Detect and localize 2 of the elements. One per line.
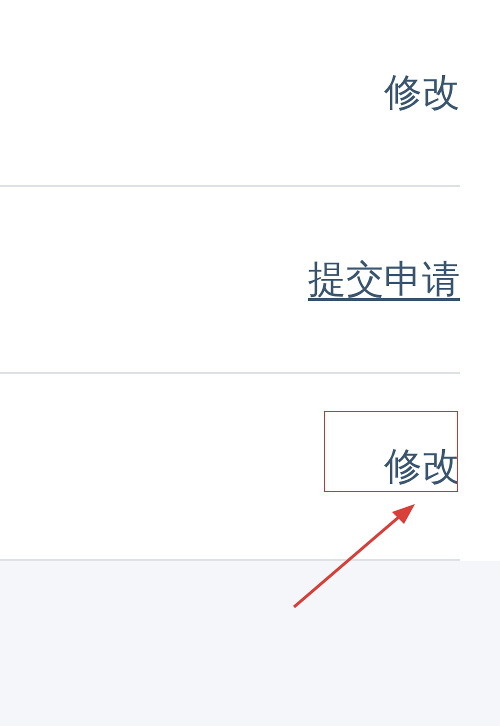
row-link[interactable]: 修改 <box>384 72 460 114</box>
row-link[interactable]: 提交申请 <box>308 258 460 300</box>
